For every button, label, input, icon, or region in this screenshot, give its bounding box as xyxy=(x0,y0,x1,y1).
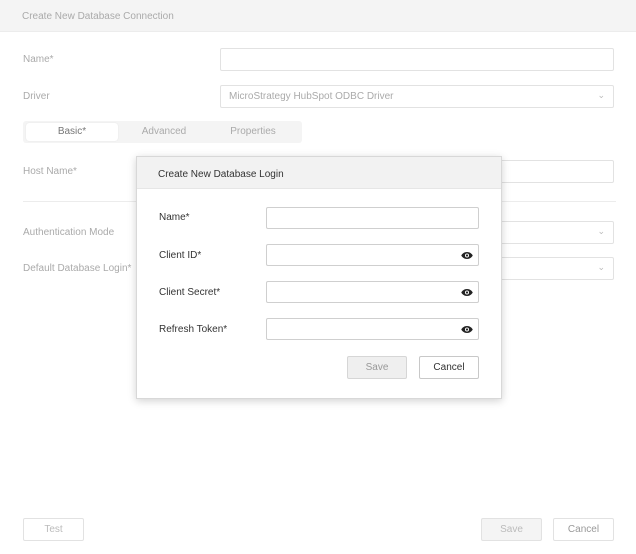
chevron-down-icon: ⌄ xyxy=(597,226,605,236)
tab-advanced[interactable]: Advanced xyxy=(118,123,210,141)
page: Create New Database Connection Name* Dri… xyxy=(0,0,636,554)
refresh-token-input[interactable] xyxy=(266,318,479,340)
login-name-input[interactable] xyxy=(266,207,479,229)
client-secret-label: Client Secret* xyxy=(159,287,221,298)
client-id-input[interactable] xyxy=(266,244,479,266)
tab-properties[interactable]: Properties xyxy=(207,123,299,141)
eye-icon[interactable] xyxy=(461,325,473,334)
login-cancel-button[interactable]: Cancel xyxy=(419,356,479,379)
connection-dialog-header: Create New Database Connection xyxy=(0,0,636,32)
client-secret-input[interactable] xyxy=(266,281,479,303)
login-save-button[interactable]: Save xyxy=(347,356,407,379)
connection-dialog-title: Create New Database Connection xyxy=(22,11,174,22)
refresh-token-label: Refresh Token* xyxy=(159,324,228,335)
tab-basic[interactable]: Basic* xyxy=(26,123,118,141)
eye-icon[interactable] xyxy=(461,288,473,297)
chevron-down-icon: ⌄ xyxy=(597,262,605,272)
driver-select-value: MicroStrategy HubSpot ODBC Driver xyxy=(229,91,394,102)
auth-mode-label: Authentication Mode xyxy=(23,227,115,238)
test-button[interactable]: Test xyxy=(23,518,84,541)
driver-label: Driver xyxy=(23,91,50,102)
login-name-label: Name* xyxy=(159,212,190,223)
connection-save-button[interactable]: Save xyxy=(481,518,542,541)
host-name-label: Host Name* xyxy=(23,166,77,177)
connection-tabs: Basic* Advanced Properties xyxy=(23,121,302,143)
connection-name-input[interactable] xyxy=(220,48,614,71)
eye-icon[interactable] xyxy=(461,251,473,260)
create-login-dialog: Create New Database Login Name* Client I… xyxy=(136,156,502,399)
connection-cancel-button[interactable]: Cancel xyxy=(553,518,614,541)
create-login-dialog-title: Create New Database Login xyxy=(158,169,284,180)
connection-name-label: Name* xyxy=(23,54,54,65)
create-login-dialog-header: Create New Database Login xyxy=(137,157,501,189)
client-id-label: Client ID* xyxy=(159,250,202,261)
default-login-label: Default Database Login* xyxy=(23,263,132,274)
chevron-down-icon: ⌄ xyxy=(597,90,605,100)
driver-select[interactable]: MicroStrategy HubSpot ODBC Driver ⌄ xyxy=(220,85,614,108)
